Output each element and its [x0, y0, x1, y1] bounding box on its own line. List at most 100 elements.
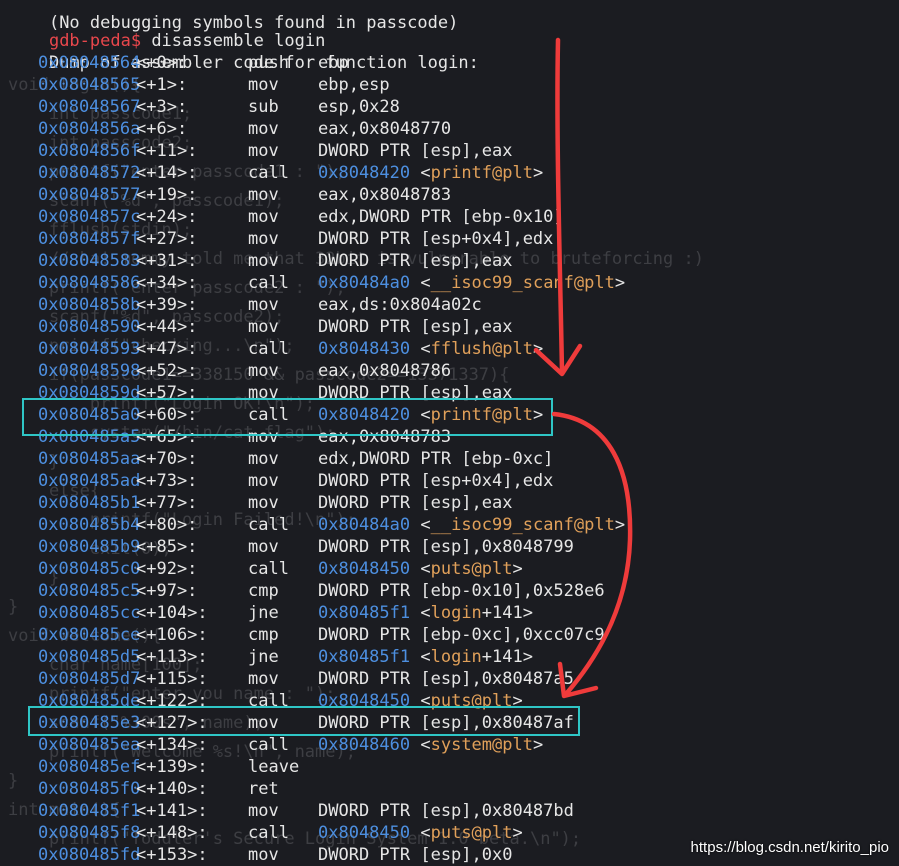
asm-mnemonic: call [248, 273, 289, 293]
asm-symbol: __isoc99_scanf@plt [430, 273, 615, 293]
asm-operands: 0x8048460 <system@plt> [318, 734, 543, 756]
asm-mnemonic: mov [248, 119, 279, 139]
asm-row: 0x08048565 <+1>: mov ebp,esp [0, 74, 899, 96]
asm-address: 0x080485ea [38, 735, 141, 755]
asm-mnemonic: call [248, 559, 289, 579]
asm-operand-text: edx,DWORD PTR [ebp-0xc] [318, 449, 554, 469]
asm-operand-text: DWORD PTR [esp],0x8048799 [318, 537, 574, 557]
asm-offset: <+14>: [136, 163, 198, 183]
highlight-box-system-arg [28, 706, 580, 736]
asm-mnemonic: cmp [248, 625, 279, 645]
asm-operand-text: esp,0x28 [318, 97, 400, 117]
asm-address: 0x080485f8 [38, 823, 141, 843]
asm-operands: eax,0x8048783 [318, 184, 451, 206]
asm-address: 0x08048577 [38, 185, 141, 205]
asm-address: 0x08048586 [38, 273, 141, 293]
asm-address: 0x08048564 [38, 53, 141, 73]
asm-mnemonic: mov [248, 185, 279, 205]
asm-target-address: 0x80485f1 [318, 647, 411, 667]
asm-row: 0x08048564 <+0>: push ebp [0, 52, 899, 74]
asm-mnemonic: mov [248, 207, 279, 227]
asm-offset: <+77>: [136, 493, 198, 513]
asm-offset: <+6>: [136, 119, 188, 139]
asm-mnemonic: sub [248, 97, 279, 117]
dump-header: Dump of assembler code for function logi… [8, 30, 479, 73]
asm-row: 0x080485ad <+73>: mov DWORD PTR [esp+0x4],e… [0, 470, 899, 492]
asm-mnemonic: mov [248, 295, 279, 315]
asm-mnemonic: call [248, 163, 289, 183]
asm-operands: DWORD PTR [esp],eax [318, 250, 512, 272]
asm-operand-text: > [512, 823, 523, 843]
asm-operand-text: eax,0x8048770 [318, 119, 452, 139]
asm-address: 0x0804858b [38, 295, 141, 315]
asm-row: 0x080485f1 <+141>: mov DWORD PTR [esp],0x80… [0, 800, 899, 822]
asm-operand-text: < [410, 515, 431, 535]
asm-operands: 0x8048450 <puts@plt> [318, 558, 523, 580]
asm-offset: <+140>: [136, 779, 208, 799]
asm-address: 0x080485b9 [38, 537, 141, 557]
asm-offset: <+97>: [136, 581, 198, 601]
prompt-line[interactable]: gdb-peda$ disassemble login [8, 8, 325, 51]
asm-address: 0x08048567 [38, 97, 141, 117]
asm-operands: DWORD PTR [esp+0x4],edx [318, 228, 553, 250]
asm-address: 0x08048590 [38, 317, 141, 337]
asm-address: 0x080485ce [38, 625, 141, 645]
asm-operand-text: DWORD PTR [esp],eax [318, 141, 513, 161]
asm-address: 0x08048598 [38, 361, 141, 381]
asm-operands: 0x80485f1 <login+141> [318, 646, 533, 668]
asm-operand-text: < [410, 735, 431, 755]
asm-offset: <+0>: [136, 53, 188, 73]
asm-operand-text: < [410, 603, 431, 623]
asm-address: 0x0804856a [38, 119, 141, 139]
asm-mnemonic: call [248, 515, 289, 535]
asm-address: 0x080485cc [38, 603, 141, 623]
asm-operands: ebp,esp [318, 74, 390, 96]
asm-row: 0x08048577 <+19>: mov eax,0x8048783 [0, 184, 899, 206]
asm-operands: ebp [318, 52, 349, 74]
asm-operands: 0x8048430 <fflush@plt> [318, 338, 543, 360]
asm-operand-text: < [410, 647, 431, 667]
asm-target-address: 0x8048430 [318, 339, 411, 359]
asm-address: 0x0804857f [38, 229, 141, 249]
asm-mnemonic: mov [248, 801, 279, 821]
asm-mnemonic: push [248, 53, 289, 73]
asm-offset: <+73>: [136, 471, 198, 491]
asm-offset: <+134>: [136, 735, 208, 755]
asm-operands: 0x8048450 <puts@plt> [318, 822, 523, 844]
asm-operands: 0x80484a0 <__isoc99_scanf@plt> [318, 272, 625, 294]
asm-row: 0x08048567 <+3>: sub esp,0x28 [0, 96, 899, 118]
asm-operand-text: < [410, 339, 431, 359]
asm-row: 0x080485d7 <+115>: mov DWORD PTR [esp],0x80… [0, 668, 899, 690]
asm-address: 0x0804856f [38, 141, 141, 161]
asm-operands: eax,0x8048786 [318, 360, 451, 382]
asm-address: 0x0804857c [38, 207, 141, 227]
asm-offset: <+24>: [136, 207, 198, 227]
asm-operand-text: edx,DWORD PTR [ebp-0x10] [318, 207, 564, 227]
asm-operand-text: > [512, 559, 523, 579]
asm-offset: <+85>: [136, 537, 198, 557]
asm-row: 0x08048583 <+31>: mov DWORD PTR [esp],eax [0, 250, 899, 272]
asm-row: 0x080485b1 <+77>: mov DWORD PTR [esp],eax [0, 492, 899, 514]
asm-address: 0x080485d7 [38, 669, 141, 689]
asm-offset: <+1>: [136, 75, 188, 95]
asm-offset: <+47>: [136, 339, 198, 359]
asm-row: 0x0804856f <+11>: mov DWORD PTR [esp],eax [0, 140, 899, 162]
asm-operands: DWORD PTR [ebp-0xc],0xcc07c9 [318, 624, 605, 646]
asm-mnemonic: mov [248, 845, 279, 865]
asm-offset: <+11>: [136, 141, 198, 161]
asm-operands: edx,DWORD PTR [ebp-0xc] [318, 448, 553, 470]
terminal-window: void login(){ int passcode1; int passcod… [0, 0, 899, 866]
asm-target-address: 0x80484a0 [318, 273, 411, 293]
asm-row: 0x08048572 <+14>: call 0x8048420 <printf@pl… [0, 162, 899, 184]
asm-address: 0x080485c5 [38, 581, 141, 601]
asm-offset: <+27>: [136, 229, 198, 249]
asm-mnemonic: mov [248, 537, 279, 557]
asm-operands: esp,0x28 [318, 96, 400, 118]
asm-operands: DWORD PTR [esp+0x4],edx [318, 470, 553, 492]
asm-offset: <+139>: [136, 757, 208, 777]
asm-address: 0x08048593 [38, 339, 141, 359]
asm-operand-text: < [410, 559, 431, 579]
asm-operand-text: DWORD PTR [esp+0x4],edx [318, 229, 554, 249]
asm-row: 0x08048598 <+52>: mov eax,0x8048786 [0, 360, 899, 382]
asm-target-address: 0x80484a0 [318, 515, 411, 535]
